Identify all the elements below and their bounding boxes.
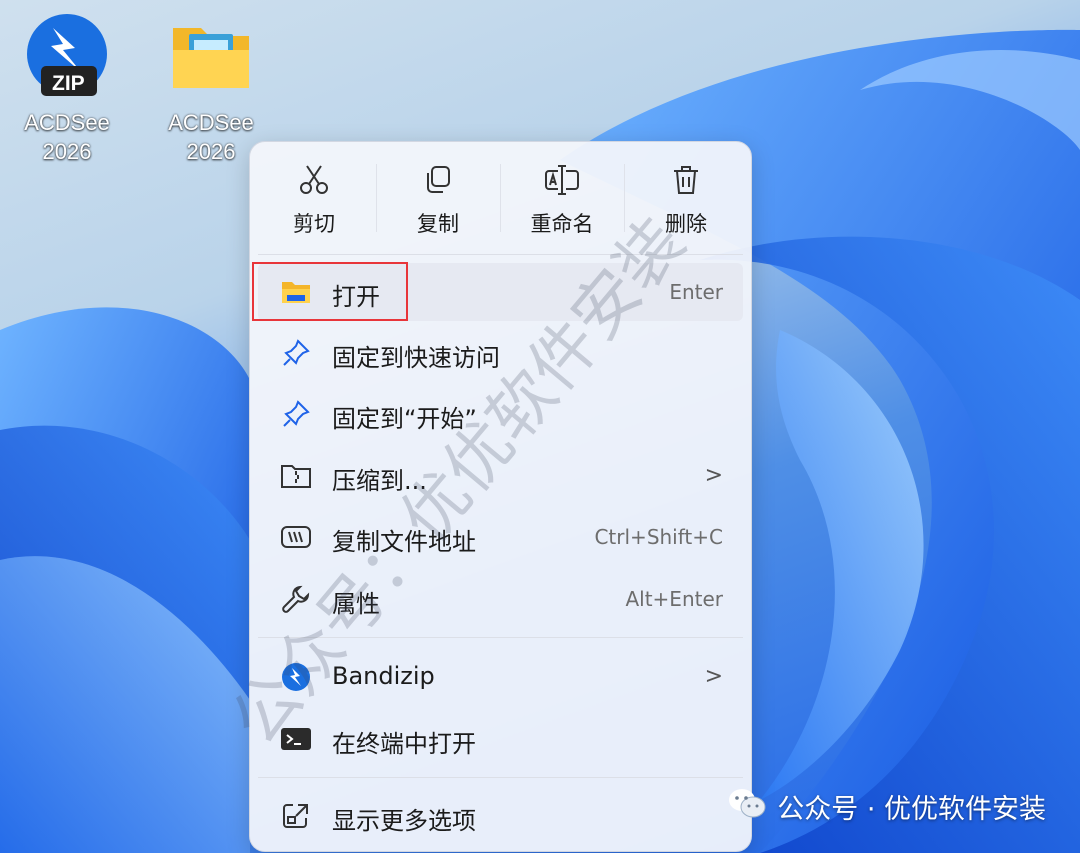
menu-item-show-more-options[interactable]: 显示更多选项 <box>258 787 743 845</box>
desktop-icon-label: ACDSee <box>168 110 254 135</box>
delete-label: 删除 <box>665 212 707 236</box>
menu-item-label: 在终端中打开 <box>332 730 476 758</box>
chevron-right-icon: > <box>704 664 723 689</box>
wechat-icon <box>727 786 767 827</box>
toolbar-divider <box>376 164 377 232</box>
pin-icon <box>280 400 312 428</box>
rename-button[interactable]: 重命名 <box>507 158 617 244</box>
footer-text: 公众号 · 优优软件安装 <box>777 794 1046 825</box>
zip-archive-icon: ZIP <box>23 14 111 102</box>
menu-item-shortcut: Alt+Enter <box>625 587 723 611</box>
desktop-icon-label: ACDSee <box>24 110 110 135</box>
folder-icon <box>167 14 255 102</box>
menu-item-pin-quick-access[interactable]: 固定到快速访问 <box>258 324 743 382</box>
menu-item-label: 复制文件地址 <box>332 528 476 556</box>
menu-divider <box>258 777 743 778</box>
menu-item-label: 显示更多选项 <box>332 807 476 835</box>
copy-icon <box>383 158 493 202</box>
toolbar-divider <box>624 164 625 232</box>
rename-icon <box>507 158 617 202</box>
wrench-icon <box>280 585 312 613</box>
context-menu: 剪切 复制 重命名 删除 打开 Enter 固定到快速访问 固定到“开始” 压缩… <box>249 141 752 852</box>
menu-item-shortcut: Ctrl+Shift+C <box>594 525 723 549</box>
menu-item-properties[interactable]: 属性 Alt+Enter <box>258 570 743 628</box>
menu-item-open-in-terminal[interactable]: 在终端中打开 <box>258 710 743 768</box>
desktop-icon-acdsee-zip[interactable]: ZIP ACDSee 2026 <box>12 14 122 166</box>
expand-icon <box>280 802 312 830</box>
delete-button[interactable]: 删除 <box>631 158 741 244</box>
menu-item-label: 压缩到... <box>332 467 427 495</box>
desktop-icon-label: 2026 <box>42 139 92 164</box>
bandizip-icon <box>280 663 312 691</box>
copy-label: 复制 <box>417 212 459 236</box>
menu-item-label: 固定到“开始” <box>332 405 477 433</box>
menu-item-pin-start[interactable]: 固定到“开始” <box>258 385 743 443</box>
path-icon <box>280 523 312 551</box>
zip-folder-icon <box>280 462 312 490</box>
menu-item-copy-path[interactable]: 复制文件地址 Ctrl+Shift+C <box>258 508 743 566</box>
menu-item-label: 固定到快速访问 <box>332 344 500 372</box>
menu-item-compress-to[interactable]: 压缩到... > <box>258 447 743 505</box>
footer-watermark: 公众号 · 优优软件安装 <box>727 786 1046 827</box>
cut-button[interactable]: 剪切 <box>259 158 369 244</box>
menu-divider <box>258 637 743 638</box>
copy-button[interactable]: 复制 <box>383 158 493 244</box>
terminal-icon <box>280 725 312 753</box>
menu-item-shortcut: Enter <box>669 280 723 304</box>
menu-divider <box>258 254 743 255</box>
context-menu-toolbar: 剪切 复制 重命名 删除 <box>250 142 751 250</box>
pin-icon <box>280 339 312 367</box>
zip-badge: ZIP <box>52 72 85 95</box>
scissors-icon <box>259 158 369 202</box>
toolbar-divider <box>500 164 501 232</box>
cut-label: 剪切 <box>293 212 335 236</box>
rename-label: 重命名 <box>530 212 594 236</box>
trash-icon <box>631 158 741 202</box>
menu-item-bandizip[interactable]: Bandizip > <box>258 648 743 706</box>
menu-item-label: 属性 <box>332 590 380 618</box>
menu-item-label: Bandizip <box>332 662 435 690</box>
highlight-box <box>252 262 408 321</box>
chevron-right-icon: > <box>704 463 723 488</box>
